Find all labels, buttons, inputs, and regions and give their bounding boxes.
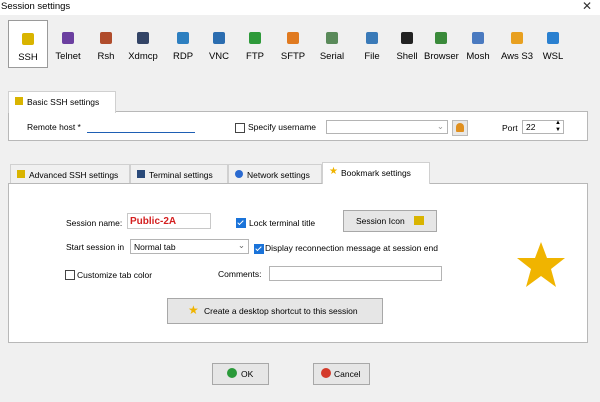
user-manager-button[interactable] bbox=[452, 120, 468, 136]
protocol-label: SSH bbox=[18, 52, 38, 63]
network-icon bbox=[235, 170, 243, 178]
browser-icon bbox=[435, 32, 447, 44]
tab-bookmark-settings[interactable]: ★ Bookmark settings bbox=[322, 162, 430, 184]
protocol-rsh[interactable]: Rsh bbox=[90, 20, 122, 66]
protocol-ssh[interactable]: SSH bbox=[8, 20, 48, 68]
session-name-input[interactable] bbox=[127, 213, 211, 229]
telnet-icon bbox=[62, 32, 74, 44]
vnc-icon bbox=[213, 32, 225, 44]
start-session-select[interactable]: Normal tab ⌄ bbox=[130, 239, 249, 254]
tab-terminal-settings[interactable]: Terminal settings bbox=[130, 164, 228, 184]
specify-username-label: Specify username bbox=[248, 122, 317, 132]
protocol-label: SFTP bbox=[280, 51, 306, 62]
protocol-mosh[interactable]: Mosh bbox=[462, 20, 494, 66]
protocol-label: Telnet bbox=[55, 51, 81, 62]
spin-up-icon[interactable]: ▲ bbox=[555, 120, 561, 126]
lock-terminal-title-label: Lock terminal title bbox=[249, 218, 316, 228]
mosh-icon bbox=[472, 32, 484, 44]
protocol-label: FTP bbox=[246, 51, 264, 62]
protocol-label: VNC bbox=[208, 51, 230, 62]
protocol-wsl[interactable]: WSL bbox=[538, 20, 568, 66]
cancel-icon bbox=[321, 368, 331, 378]
protocol-sftp[interactable]: SFTP bbox=[276, 20, 310, 66]
protocol-xdmcp[interactable]: Xdmcp bbox=[124, 20, 162, 66]
bookmark-settings-panel: Session name: Lock terminal title Sessio… bbox=[8, 183, 588, 343]
session-icon-button[interactable]: Session Icon bbox=[343, 210, 437, 232]
protocol-label: Rsh bbox=[97, 51, 115, 62]
star-icon: ★ bbox=[329, 166, 338, 177]
basic-ssh-panel: Remote host * Specify username ⌄ Port 22… bbox=[8, 111, 588, 141]
ftp-icon bbox=[249, 32, 261, 44]
wrench-icon bbox=[17, 170, 25, 178]
protocol-label: Xdmcp bbox=[128, 51, 158, 62]
protocol-label: Browser bbox=[424, 51, 459, 62]
spin-down-icon[interactable]: ▼ bbox=[555, 127, 561, 133]
protocol-file[interactable]: File bbox=[356, 20, 388, 66]
username-select[interactable]: ⌄ bbox=[326, 120, 448, 134]
star-icon: ★ bbox=[188, 303, 199, 317]
port-label: Port bbox=[502, 123, 518, 133]
comments-label: Comments: bbox=[218, 269, 262, 279]
cancel-button[interactable]: Cancel bbox=[313, 363, 370, 385]
protocol-label: Shell bbox=[396, 51, 418, 62]
serial-icon bbox=[326, 32, 338, 44]
ok-button[interactable]: OK bbox=[212, 363, 269, 385]
protocol-ftp[interactable]: FTP bbox=[240, 20, 270, 66]
shell-icon bbox=[401, 32, 413, 44]
aws-s3-icon bbox=[511, 32, 523, 44]
title-bar: Session settings ✕ bbox=[0, 0, 600, 15]
customize-tab-color-label: Customize tab color bbox=[77, 270, 153, 280]
session-name-label: Session name: bbox=[66, 218, 123, 228]
protocol-rdp[interactable]: RDP bbox=[166, 20, 200, 66]
display-reconnection-checkbox[interactable] bbox=[254, 244, 264, 254]
terminal-icon bbox=[137, 170, 145, 178]
customize-tab-color-checkbox[interactable] bbox=[65, 270, 75, 280]
protocol-serial[interactable]: Serial bbox=[314, 20, 350, 66]
protocol-browser[interactable]: Browser bbox=[424, 20, 459, 66]
remote-host-input[interactable] bbox=[87, 121, 195, 133]
tab-basic-ssh-settings[interactable]: Basic SSH settings bbox=[8, 91, 116, 113]
protocol-aws-s3[interactable]: Aws S3 bbox=[498, 20, 536, 66]
protocol-label: RDP bbox=[172, 51, 194, 62]
rdp-icon bbox=[177, 32, 189, 44]
protocol-telnet[interactable]: Telnet bbox=[50, 20, 86, 66]
rsh-icon bbox=[100, 32, 112, 44]
protocol-shell[interactable]: Shell bbox=[392, 20, 422, 66]
protocol-label: File bbox=[364, 51, 380, 62]
port-spinner[interactable]: 22 ▲ ▼ bbox=[522, 120, 564, 134]
xdmcp-icon bbox=[137, 32, 149, 44]
tab-advanced-ssh-settings[interactable]: Advanced SSH settings bbox=[10, 164, 130, 184]
tab-network-settings[interactable]: Network settings bbox=[228, 164, 322, 184]
wsl-icon bbox=[547, 32, 559, 44]
chevron-down-icon: ⌄ bbox=[436, 121, 444, 131]
bookmark-star-icon bbox=[517, 242, 565, 287]
ssh-icon bbox=[15, 97, 23, 105]
user-icon bbox=[456, 123, 464, 132]
protocol-label: Mosh bbox=[466, 51, 490, 62]
comments-input[interactable] bbox=[269, 266, 442, 281]
remote-host-label: Remote host * bbox=[27, 122, 81, 132]
start-session-label: Start session in bbox=[66, 242, 125, 252]
chevron-down-icon: ⌄ bbox=[237, 240, 245, 250]
close-icon[interactable]: ✕ bbox=[582, 0, 592, 13]
specify-username-checkbox[interactable] bbox=[235, 123, 245, 133]
file-icon bbox=[366, 32, 378, 44]
protocol-label: WSL bbox=[542, 51, 564, 62]
protocol-label: Aws S3 bbox=[500, 51, 534, 62]
create-desktop-shortcut-button[interactable]: ★ Create a desktop shortcut to this sess… bbox=[167, 298, 383, 324]
ssh-icon bbox=[414, 216, 424, 225]
sftp-icon bbox=[287, 32, 299, 44]
display-reconnection-label: Display reconnection message at session … bbox=[265, 243, 438, 253]
ssh-icon bbox=[22, 33, 34, 45]
protocol-label: Serial bbox=[319, 51, 345, 62]
check-icon bbox=[227, 368, 237, 378]
lock-terminal-title-checkbox[interactable] bbox=[236, 218, 246, 228]
window-title: Session settings bbox=[1, 1, 71, 12]
protocol-vnc[interactable]: VNC bbox=[202, 20, 236, 66]
